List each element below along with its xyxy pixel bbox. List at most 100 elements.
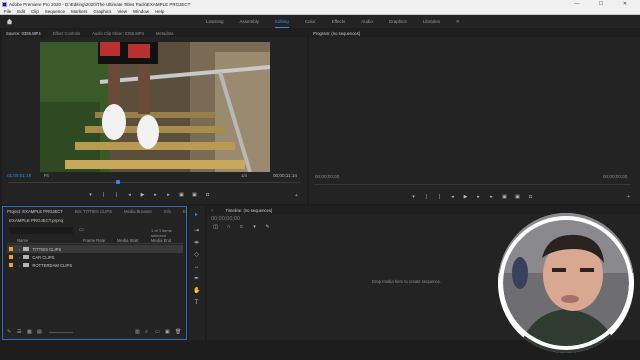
source-scrub-bar[interactable] <box>8 182 300 183</box>
workspace-tab-editing[interactable]: Editing <box>275 19 289 28</box>
source-add-button-icon[interactable]: + <box>294 194 299 199</box>
new-bin-icon[interactable]: ▭ <box>79 227 84 233</box>
menu-clip[interactable]: Clip <box>31 9 39 14</box>
program-go-out-icon[interactable]: ▸ <box>489 195 494 200</box>
tab-info[interactable]: Info <box>164 209 171 214</box>
track-select-tool-icon[interactable]: ⇥ <box>193 228 200 235</box>
label-color-swatch[interactable] <box>9 263 13 267</box>
program-step-forward-icon[interactable]: ▸ <box>476 195 481 200</box>
program-step-back-icon[interactable]: ◂ <box>450 195 455 200</box>
project-row[interactable]: › ROTTERDAM CLIPS <box>7 261 183 269</box>
source-timecode-in[interactable]: 01;09;01;18 <box>7 173 31 178</box>
ripple-edit-tool-icon[interactable]: ⇹ <box>193 240 200 247</box>
icon-view-icon[interactable]: ▦ <box>27 329 32 335</box>
source-video-frame[interactable] <box>40 42 270 172</box>
tab-effects[interactable]: Ef <box>183 209 187 214</box>
timeline-settings-icon[interactable]: ✎ <box>265 225 270 230</box>
minimize-icon[interactable]: — <box>568 0 586 8</box>
column-name[interactable]: Name <box>17 238 28 243</box>
source-zoom-select[interactable]: Fit <box>44 173 49 178</box>
workspace-more-icon[interactable]: » <box>456 19 459 25</box>
razor-tool-icon[interactable]: ◇ <box>193 252 200 259</box>
close-icon[interactable]: ✕ <box>616 0 634 8</box>
source-resolution-select[interactable]: 1/4 <box>241 173 247 178</box>
type-tool-icon[interactable]: T <box>193 300 200 307</box>
overwrite-icon[interactable]: ▣ <box>192 193 197 198</box>
list-view-icon[interactable]: ☰ <box>17 329 21 335</box>
close-tab-icon[interactable]: × <box>211 208 213 213</box>
program-scrub-bar[interactable] <box>315 184 631 185</box>
project-search-input[interactable] <box>9 227 73 234</box>
program-add-button-icon[interactable]: + <box>626 195 631 200</box>
project-row[interactable]: › TITTIES CLIPS <box>7 245 183 253</box>
maximize-icon[interactable]: ☐ <box>592 0 610 8</box>
automate-icon[interactable]: ▥ <box>135 329 140 335</box>
new-bin-footer-icon[interactable]: ▭ <box>155 329 160 335</box>
insert-icon[interactable]: ▣ <box>179 193 184 198</box>
program-mark-out-icon[interactable]: | <box>424 195 429 200</box>
column-media-start[interactable]: Media Start <box>117 238 138 243</box>
menu-sequence[interactable]: Sequence <box>45 9 65 14</box>
find-icon[interactable]: ⌕ <box>145 329 148 335</box>
linked-selection-icon[interactable]: ⊂ <box>239 225 244 230</box>
program-mark-in-icon[interactable]: ▾ <box>411 195 416 200</box>
menu-window[interactable]: Window <box>133 9 149 14</box>
workspace-tab-graphics[interactable]: Graphics <box>389 19 407 24</box>
tab-program[interactable]: Program: (no sequences) <box>313 31 360 36</box>
mark-out-icon[interactable]: | <box>101 193 106 198</box>
add-marker-icon[interactable]: ▾ <box>252 225 257 230</box>
workspace-tab-learning[interactable]: Learning <box>206 19 224 24</box>
mark-in-icon[interactable]: ▾ <box>88 193 93 198</box>
program-timecode-left[interactable]: 00;00;00;00 <box>315 174 339 179</box>
source-playhead[interactable] <box>116 180 120 184</box>
menu-edit[interactable]: Edit <box>17 9 25 14</box>
new-item-icon[interactable]: ▣ <box>165 329 170 335</box>
menu-markers[interactable]: Markers <box>71 9 87 14</box>
step-forward-icon[interactable]: ▸ <box>153 193 158 198</box>
menu-help[interactable]: Help <box>155 9 164 14</box>
expand-caret-icon[interactable]: › <box>19 263 20 268</box>
nest-icon[interactable]: ◫ <box>213 225 218 230</box>
selection-tool-icon[interactable]: ▸ <box>193 212 200 219</box>
workspace-tab-audio[interactable]: Audio <box>361 19 373 24</box>
expand-caret-icon[interactable]: › <box>19 255 20 260</box>
workspace-tab-libraries[interactable]: Libraries <box>423 19 440 24</box>
tab-project[interactable]: Project: EXAMPLE PROJECT <box>7 209 63 214</box>
tab-media-browser[interactable]: Media Browser <box>124 209 152 214</box>
workspace-tab-assembly[interactable]: Assembly <box>240 19 260 24</box>
workspace-tab-color[interactable]: Color <box>305 19 316 24</box>
tab-audio-clip-mixer[interactable]: Audio Clip Mixer: 0355.MP4 <box>92 31 144 36</box>
expand-caret-icon[interactable]: › <box>19 247 20 252</box>
snap-icon[interactable]: ∩ <box>226 225 231 230</box>
go-to-in-icon[interactable]: | <box>114 193 119 198</box>
program-extract-icon[interactable]: ▣ <box>515 195 520 200</box>
pencil-icon[interactable]: ✎ <box>7 329 11 335</box>
program-go-in-icon[interactable]: | <box>437 195 442 200</box>
hand-tool-icon[interactable]: ✋ <box>193 288 200 295</box>
workspace-tab-effects[interactable]: Effects <box>332 19 346 24</box>
menu-view[interactable]: View <box>117 9 127 14</box>
program-lift-icon[interactable]: ▣ <box>502 195 507 200</box>
project-row[interactable]: › CAR CLIPS <box>7 253 183 261</box>
program-export-frame-icon[interactable]: ◘ <box>528 195 533 200</box>
tab-timeline[interactable]: Timeline: (no sequences) <box>225 208 272 213</box>
column-media-end[interactable]: Media End <box>151 238 171 243</box>
go-to-out-icon[interactable]: ▸ <box>166 193 171 198</box>
column-frame-rate[interactable]: Frame Rate <box>83 238 105 243</box>
slip-tool-icon[interactable]: ↔ <box>193 264 200 271</box>
tab-bin[interactable]: Bin: TITTIES CLIPS <box>75 209 112 214</box>
timeline-timecode[interactable]: 00;00;00;00 <box>211 216 240 222</box>
zoom-slider[interactable] <box>49 332 73 333</box>
label-color-swatch[interactable] <box>9 255 13 259</box>
tab-effect-controls[interactable]: Effect Controls <box>53 31 80 36</box>
program-play-icon[interactable]: ▶ <box>463 195 468 200</box>
home-icon[interactable] <box>6 18 13 25</box>
step-back-icon[interactable]: ◂ <box>127 193 132 198</box>
tab-metadata[interactable]: Metadata <box>156 31 173 36</box>
menu-file[interactable]: File <box>4 9 11 14</box>
play-icon[interactable]: ▶ <box>140 193 145 198</box>
pen-tool-icon[interactable]: ✒ <box>193 276 200 283</box>
freeform-view-icon[interactable]: ▤ <box>37 329 42 335</box>
menu-graphics[interactable]: Graphics <box>93 9 111 14</box>
export-frame-icon[interactable]: ◘ <box>205 193 210 198</box>
